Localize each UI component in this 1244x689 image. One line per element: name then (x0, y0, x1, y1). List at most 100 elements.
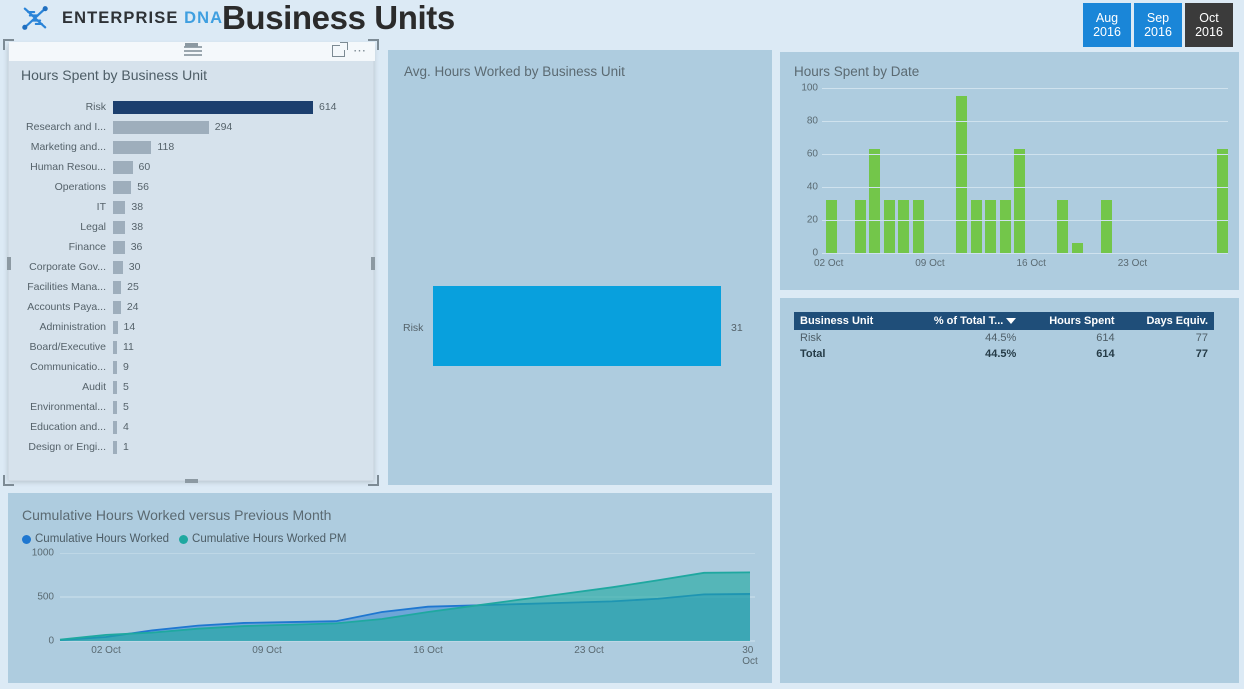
filter-icon[interactable] (184, 46, 202, 56)
bar-row[interactable]: Facilities Mana... 25 (9, 277, 375, 297)
bar-row[interactable]: Administration 14 (9, 317, 375, 337)
table-column-header[interactable]: Hours Spent (1022, 312, 1121, 330)
table-column-header[interactable]: Days Equiv. (1120, 312, 1214, 330)
column-bar[interactable] (970, 200, 982, 253)
y-tick-label: 0 (812, 247, 818, 259)
y-tick-label: 500 (37, 591, 54, 603)
bar[interactable] (113, 180, 132, 194)
bar-row[interactable]: Corporate Gov... 30 (9, 257, 375, 277)
table-row[interactable]: Total 44.5% 614 77 (794, 346, 1214, 362)
resize-handle-top-left[interactable] (3, 39, 14, 50)
column-bar[interactable] (898, 200, 910, 253)
bar-row[interactable]: Environmental... 5 (9, 397, 375, 417)
area-chart[interactable]: 0 500 1000 02 Oct 09 Oct 16 Oct 23 Oct 30 Oct (20, 548, 760, 668)
month-button-sep[interactable]: Sep 2016 (1134, 3, 1182, 47)
summary-table[interactable]: Business Unit% of Total T... Hours Spent D… (794, 312, 1214, 362)
bar-category-label: Accounts Paya... (27, 301, 106, 313)
column-bar[interactable] (1100, 200, 1112, 253)
bar-row[interactable]: Risk 614 (9, 97, 375, 117)
bar[interactable] (113, 300, 121, 314)
bar-row[interactable]: Communicatio... 9 (9, 357, 375, 377)
gridline (822, 220, 1228, 221)
bar-row[interactable]: IT 38 (9, 197, 375, 217)
column-bar[interactable] (1057, 200, 1069, 253)
month-button-aug[interactable]: Aug 2016 (1083, 3, 1131, 47)
bar[interactable] (113, 200, 126, 214)
chart-legend[interactable]: Cumulative Hours Worked Cumulative Hours … (22, 533, 346, 545)
focus-mode-icon[interactable] (332, 42, 348, 57)
month-slicer[interactable]: Aug 2016 Sep 2016 Oct 2016 (1083, 3, 1233, 47)
bar[interactable] (113, 260, 123, 274)
bar-row[interactable]: Education and... 4 (9, 417, 375, 437)
column-bar[interactable] (1216, 149, 1228, 253)
table-row[interactable]: Risk 44.5% 614 77 (794, 330, 1214, 346)
resize-handle-bottom[interactable] (185, 479, 198, 483)
bar-value-label: 38 (131, 201, 144, 213)
bar[interactable] (113, 220, 126, 234)
cumulative-hours-panel[interactable]: Cumulative Hours Worked versus Previous … (8, 493, 772, 683)
avg-hours-worked-panel[interactable]: Avg. Hours Worked by Business Unit Risk … (388, 50, 772, 485)
bar-category-label: Legal (80, 221, 106, 233)
column-bar[interactable] (912, 200, 924, 253)
resize-handle-top[interactable] (185, 43, 198, 47)
summary-table-panel[interactable]: Business Unit% of Total T... Hours Spent D… (780, 298, 1239, 683)
legend-label: Cumulative Hours Worked PM (192, 533, 347, 545)
table-column-header[interactable]: % of Total T... (902, 312, 1023, 330)
bar-row[interactable]: Finance 36 (9, 237, 375, 257)
column-bar[interactable] (1014, 149, 1026, 253)
panel-title: Hours Spent by Date (794, 64, 920, 79)
month-name: Oct (1199, 11, 1219, 25)
legend-item[interactable]: Cumulative Hours Worked PM (179, 533, 346, 545)
bar-value-label: 614 (319, 101, 337, 113)
gridline (822, 154, 1228, 155)
bar-row[interactable]: Design or Engi... 1 (9, 437, 375, 457)
column-bar[interactable] (999, 200, 1011, 253)
table-cell: 614 (1096, 332, 1115, 344)
month-button-oct[interactable]: Oct 2016 (1185, 3, 1233, 47)
column-bar[interactable] (854, 200, 866, 253)
column-bar[interactable] (883, 200, 895, 253)
bar-row[interactable]: Legal 38 (9, 217, 375, 237)
bar-row[interactable]: Accounts Paya... 24 (9, 297, 375, 317)
bar-row[interactable]: Operations 56 (9, 177, 375, 197)
bar[interactable] (113, 100, 313, 114)
bar[interactable] (113, 120, 209, 134)
resize-handle-bottom-right[interactable] (368, 475, 379, 486)
y-axis-labels: 0 20 40 60 80 100 (792, 83, 818, 259)
resize-handle-bottom-left[interactable] (3, 475, 14, 486)
column-bar[interactable] (826, 200, 837, 253)
resize-handle-top-right[interactable] (368, 39, 379, 50)
bar[interactable] (113, 280, 122, 294)
bar-category-label: Environmental... (30, 401, 106, 413)
bar[interactable] (113, 240, 125, 254)
table-body[interactable]: Risk 44.5% 614 77 Total 44.5% 614 77 (794, 330, 1214, 362)
month-name: Aug (1095, 11, 1119, 25)
bar[interactable] (113, 160, 133, 174)
bar-row[interactable]: Board/Executive 11 (9, 337, 375, 357)
bars-group[interactable] (822, 88, 1228, 253)
more-options-icon[interactable]: ⋯ (353, 44, 367, 57)
app-header: ENTERPRISE DNA Business Units Aug 2016 Sep… (0, 0, 1244, 47)
hours-spent-by-date-panel[interactable]: Hours Spent by Date 0 20 40 60 80 100 02 Oct 0… (780, 52, 1239, 290)
table-header-row[interactable]: Business Unit% of Total T... Hours Spent D… (794, 312, 1214, 330)
avg-bar-category-label: Risk (403, 322, 424, 334)
sort-descending-icon[interactable] (1006, 318, 1017, 325)
hours-spent-by-business-unit-panel[interactable]: ⋯ Hours Spent by Business Unit Risk 614 Re… (3, 39, 379, 486)
column-bar[interactable] (869, 149, 881, 253)
table-cell: 614 (1096, 348, 1115, 360)
table-column-header[interactable]: Business Unit (794, 312, 903, 330)
bar-category-label: Facilities Mana... (27, 281, 106, 293)
column-bar[interactable] (985, 200, 997, 253)
column-bar[interactable] (956, 96, 968, 253)
bar-row[interactable]: Audit 5 (9, 377, 375, 397)
bar-row[interactable]: Marketing and... 118 (9, 137, 375, 157)
bar-row[interactable]: Human Resou... 60 (9, 157, 375, 177)
bar-row[interactable]: Research and I... 294 (9, 117, 375, 137)
bar-category-label: Risk (85, 101, 106, 113)
column-chart[interactable]: 0 20 40 60 80 100 02 Oct 09 Oct 16 Oct 23 Oct (792, 83, 1232, 283)
horizontal-bar-chart[interactable]: Risk 614 Research and I... 294 Marketing and… (9, 97, 375, 457)
bar[interactable] (113, 140, 152, 154)
column-bar[interactable] (1071, 243, 1083, 253)
avg-hours-bar[interactable] (433, 286, 721, 366)
legend-item[interactable]: Cumulative Hours Worked (22, 533, 169, 545)
